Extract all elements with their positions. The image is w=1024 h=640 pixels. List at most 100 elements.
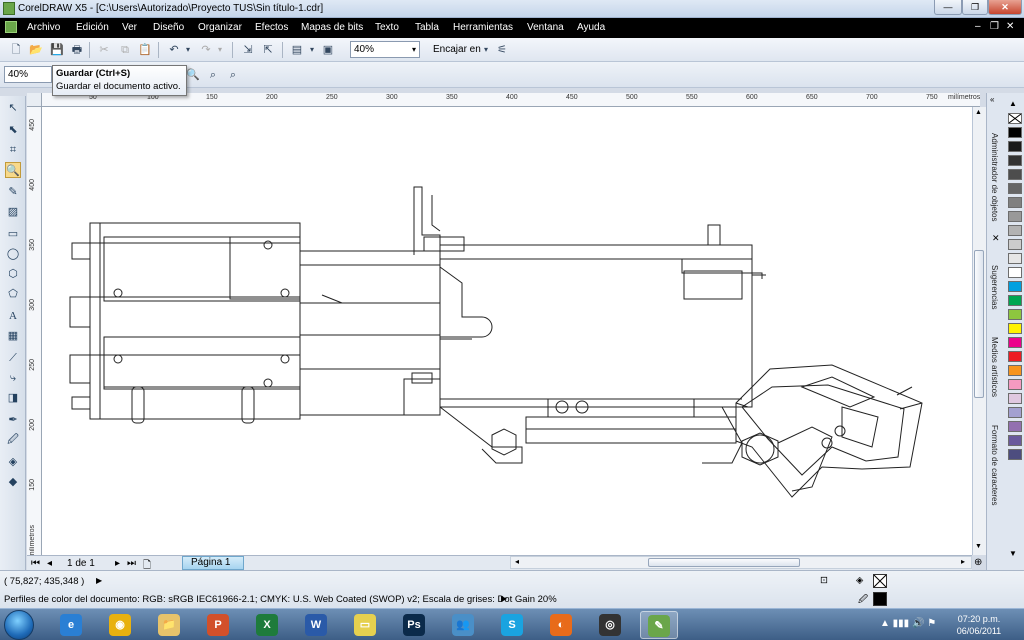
rectangle-tool-icon[interactable]: ▭ (5, 226, 21, 242)
menu-mapas-de-bits[interactable]: Mapas de bits (301, 22, 363, 33)
taskbar-app-powerpoint[interactable]: P (199, 611, 237, 639)
taskbar-app-internet-explorer[interactable]: e (52, 611, 90, 639)
export-icon[interactable]: ⇱ (260, 42, 276, 58)
taskbar-app-chrome[interactable]: ◉ (101, 611, 139, 639)
zoom-selected-icon[interactable]: 🔍 (185, 67, 201, 83)
status-expand-icon[interactable]: ▶ (96, 576, 102, 585)
new-icon[interactable]: 🗋 (8, 42, 24, 58)
ruler-origin[interactable] (27, 93, 42, 107)
zoom-level-select[interactable]: 40% ▾ (350, 41, 420, 58)
zoom-all-icon[interactable]: ⌕ (205, 67, 221, 83)
palette-swatch[interactable] (1008, 449, 1022, 460)
menu-ventana[interactable]: Ventana (527, 22, 564, 33)
paste-icon[interactable]: 📋 (137, 42, 153, 58)
menu-edicion[interactable]: Edición (76, 22, 109, 33)
first-page-icon[interactable]: ⏮ (31, 558, 40, 569)
palette-swatch[interactable] (1008, 365, 1022, 376)
palette-swatch[interactable] (1008, 253, 1022, 264)
palette-swatch[interactable] (1008, 239, 1022, 250)
taskbar-app-skype[interactable]: S (493, 611, 531, 639)
palette-scroll-down-icon[interactable]: ▼ (1009, 549, 1017, 558)
system-tray[interactable]: ▲ ▮▮▮ 🔊 ⚑ (880, 618, 936, 629)
palette-swatch[interactable] (1008, 337, 1022, 348)
palette-swatch[interactable] (1008, 295, 1022, 306)
start-button[interactable] (4, 610, 34, 640)
taskbar-app-explorer[interactable]: 📁 (150, 611, 188, 639)
crop-tool-icon[interactable]: ⌗ (5, 142, 21, 158)
outline-color-swatch[interactable] (873, 592, 887, 606)
docker-close-icon[interactable]: ✕ (992, 233, 1000, 244)
profiles-expand-icon[interactable]: ▶ (501, 594, 507, 603)
palette-swatch[interactable] (1008, 169, 1022, 180)
scroll-left-icon[interactable]: ◂ (515, 557, 519, 566)
minimize-icon[interactable]: — (934, 0, 962, 15)
table-tool-icon[interactable]: ▦ (5, 328, 21, 344)
taskbar-app-firefox[interactable]: ◐ (542, 611, 580, 639)
zoom-page-icon[interactable]: ⌕ (225, 67, 241, 83)
copy-icon[interactable]: ⧉ (117, 42, 133, 58)
fill-none-swatch[interactable] (873, 574, 887, 588)
fit-to-dropdown-icon[interactable]: ▾ (478, 42, 494, 58)
palette-swatch[interactable] (1008, 225, 1022, 236)
doc-minimize-icon[interactable]: – (975, 21, 981, 32)
palette-swatch[interactable] (1008, 211, 1022, 222)
ellipse-tool-icon[interactable]: ◯ (5, 246, 21, 262)
shape-tool-icon[interactable]: ⬉ (5, 122, 21, 138)
navigator-icon[interactable]: ⊕ (974, 557, 982, 568)
page-tab[interactable]: Página 1 (182, 556, 244, 570)
taskbar-app-word[interactable]: W (297, 611, 335, 639)
drawing-canvas[interactable] (42, 107, 972, 555)
menu-archivo[interactable]: Archivo (27, 22, 60, 33)
menu-texto[interactable]: Texto (375, 22, 399, 33)
palette-swatch[interactable] (1008, 183, 1022, 194)
print-icon[interactable]: 🖶 (69, 42, 85, 58)
palette-swatch[interactable] (1008, 309, 1022, 320)
palette-swatch[interactable] (1008, 197, 1022, 208)
scroll-right-icon[interactable]: ▸ (961, 557, 965, 566)
property-zoom-field[interactable]: 40% (4, 66, 52, 83)
menu-ver[interactable]: Ver (122, 22, 137, 33)
snap-icon[interactable]: ⚟ (494, 42, 510, 58)
color-profiles-text[interactable]: Perfiles de color del documento: RGB: sR… (4, 594, 557, 605)
clock[interactable]: 07:20 p.m. 06/06/2011 (944, 613, 1014, 637)
palette-swatch[interactable] (1008, 421, 1022, 432)
palette-swatch[interactable] (1008, 435, 1022, 446)
save-icon[interactable]: 💾 (49, 42, 65, 58)
cut-icon[interactable]: ✂ (96, 42, 112, 58)
vertical-ruler[interactable]: 450 400 350 300 250 200 150 milímetros (27, 107, 42, 557)
palette-no-color-swatch[interactable] (1008, 113, 1022, 124)
docker-tab-artistic-media[interactable]: Medios artísticos (990, 337, 999, 397)
taskbar-app-coreldraw[interactable]: ✎ (640, 611, 678, 639)
smart-fill-tool-icon[interactable]: ▨ (5, 204, 21, 220)
palette-swatch[interactable] (1008, 323, 1022, 334)
menu-efectos[interactable]: Efectos (255, 22, 288, 33)
text-tool-icon[interactable]: A (5, 308, 21, 324)
blend-tool-icon[interactable]: ◨ (5, 390, 21, 406)
next-page-icon[interactable]: ▸ (115, 558, 120, 569)
pick-tool-icon[interactable]: ↖ (5, 100, 21, 116)
docker-tab-object-manager[interactable]: Administrador de objetos (990, 133, 999, 222)
menu-ayuda[interactable]: Ayuda (577, 22, 605, 33)
palette-swatch[interactable] (1008, 379, 1022, 390)
document-icon[interactable] (5, 21, 17, 33)
palette-swatch[interactable] (1008, 127, 1022, 138)
outline-status-icon[interactable]: 🖉 (858, 592, 868, 608)
taskbar-app-notes[interactable]: ▭ (346, 611, 384, 639)
open-icon[interactable]: 📂 (28, 42, 44, 58)
taskbar-app-coreldraw-graphics[interactable]: ◎ (591, 611, 629, 639)
menu-tabla[interactable]: Tabla (415, 22, 439, 33)
freehand-tool-icon[interactable]: ✎ (5, 184, 21, 200)
dimension-tool-icon[interactable]: ⟋ (5, 350, 21, 366)
connector-tool-icon[interactable]: ⤷ (5, 370, 21, 386)
docker-collapse-icon[interactable]: « (990, 95, 994, 104)
prev-page-icon[interactable]: ◂ (47, 558, 52, 569)
taskbar-app-photoshop[interactable]: Ps (395, 611, 433, 639)
coreldraw-app-icon[interactable] (3, 2, 15, 15)
basic-shapes-tool-icon[interactable]: ⬠ (5, 286, 21, 302)
interactive-fill-tool-icon[interactable]: ◆ (5, 474, 21, 490)
close-icon[interactable]: ✕ (988, 0, 1022, 15)
menu-herramientas[interactable]: Herramientas (453, 22, 513, 33)
palette-swatch[interactable] (1008, 155, 1022, 166)
horizontal-scroll-thumb[interactable] (648, 558, 800, 567)
outline-tool-icon[interactable]: 🖉 (5, 432, 21, 448)
